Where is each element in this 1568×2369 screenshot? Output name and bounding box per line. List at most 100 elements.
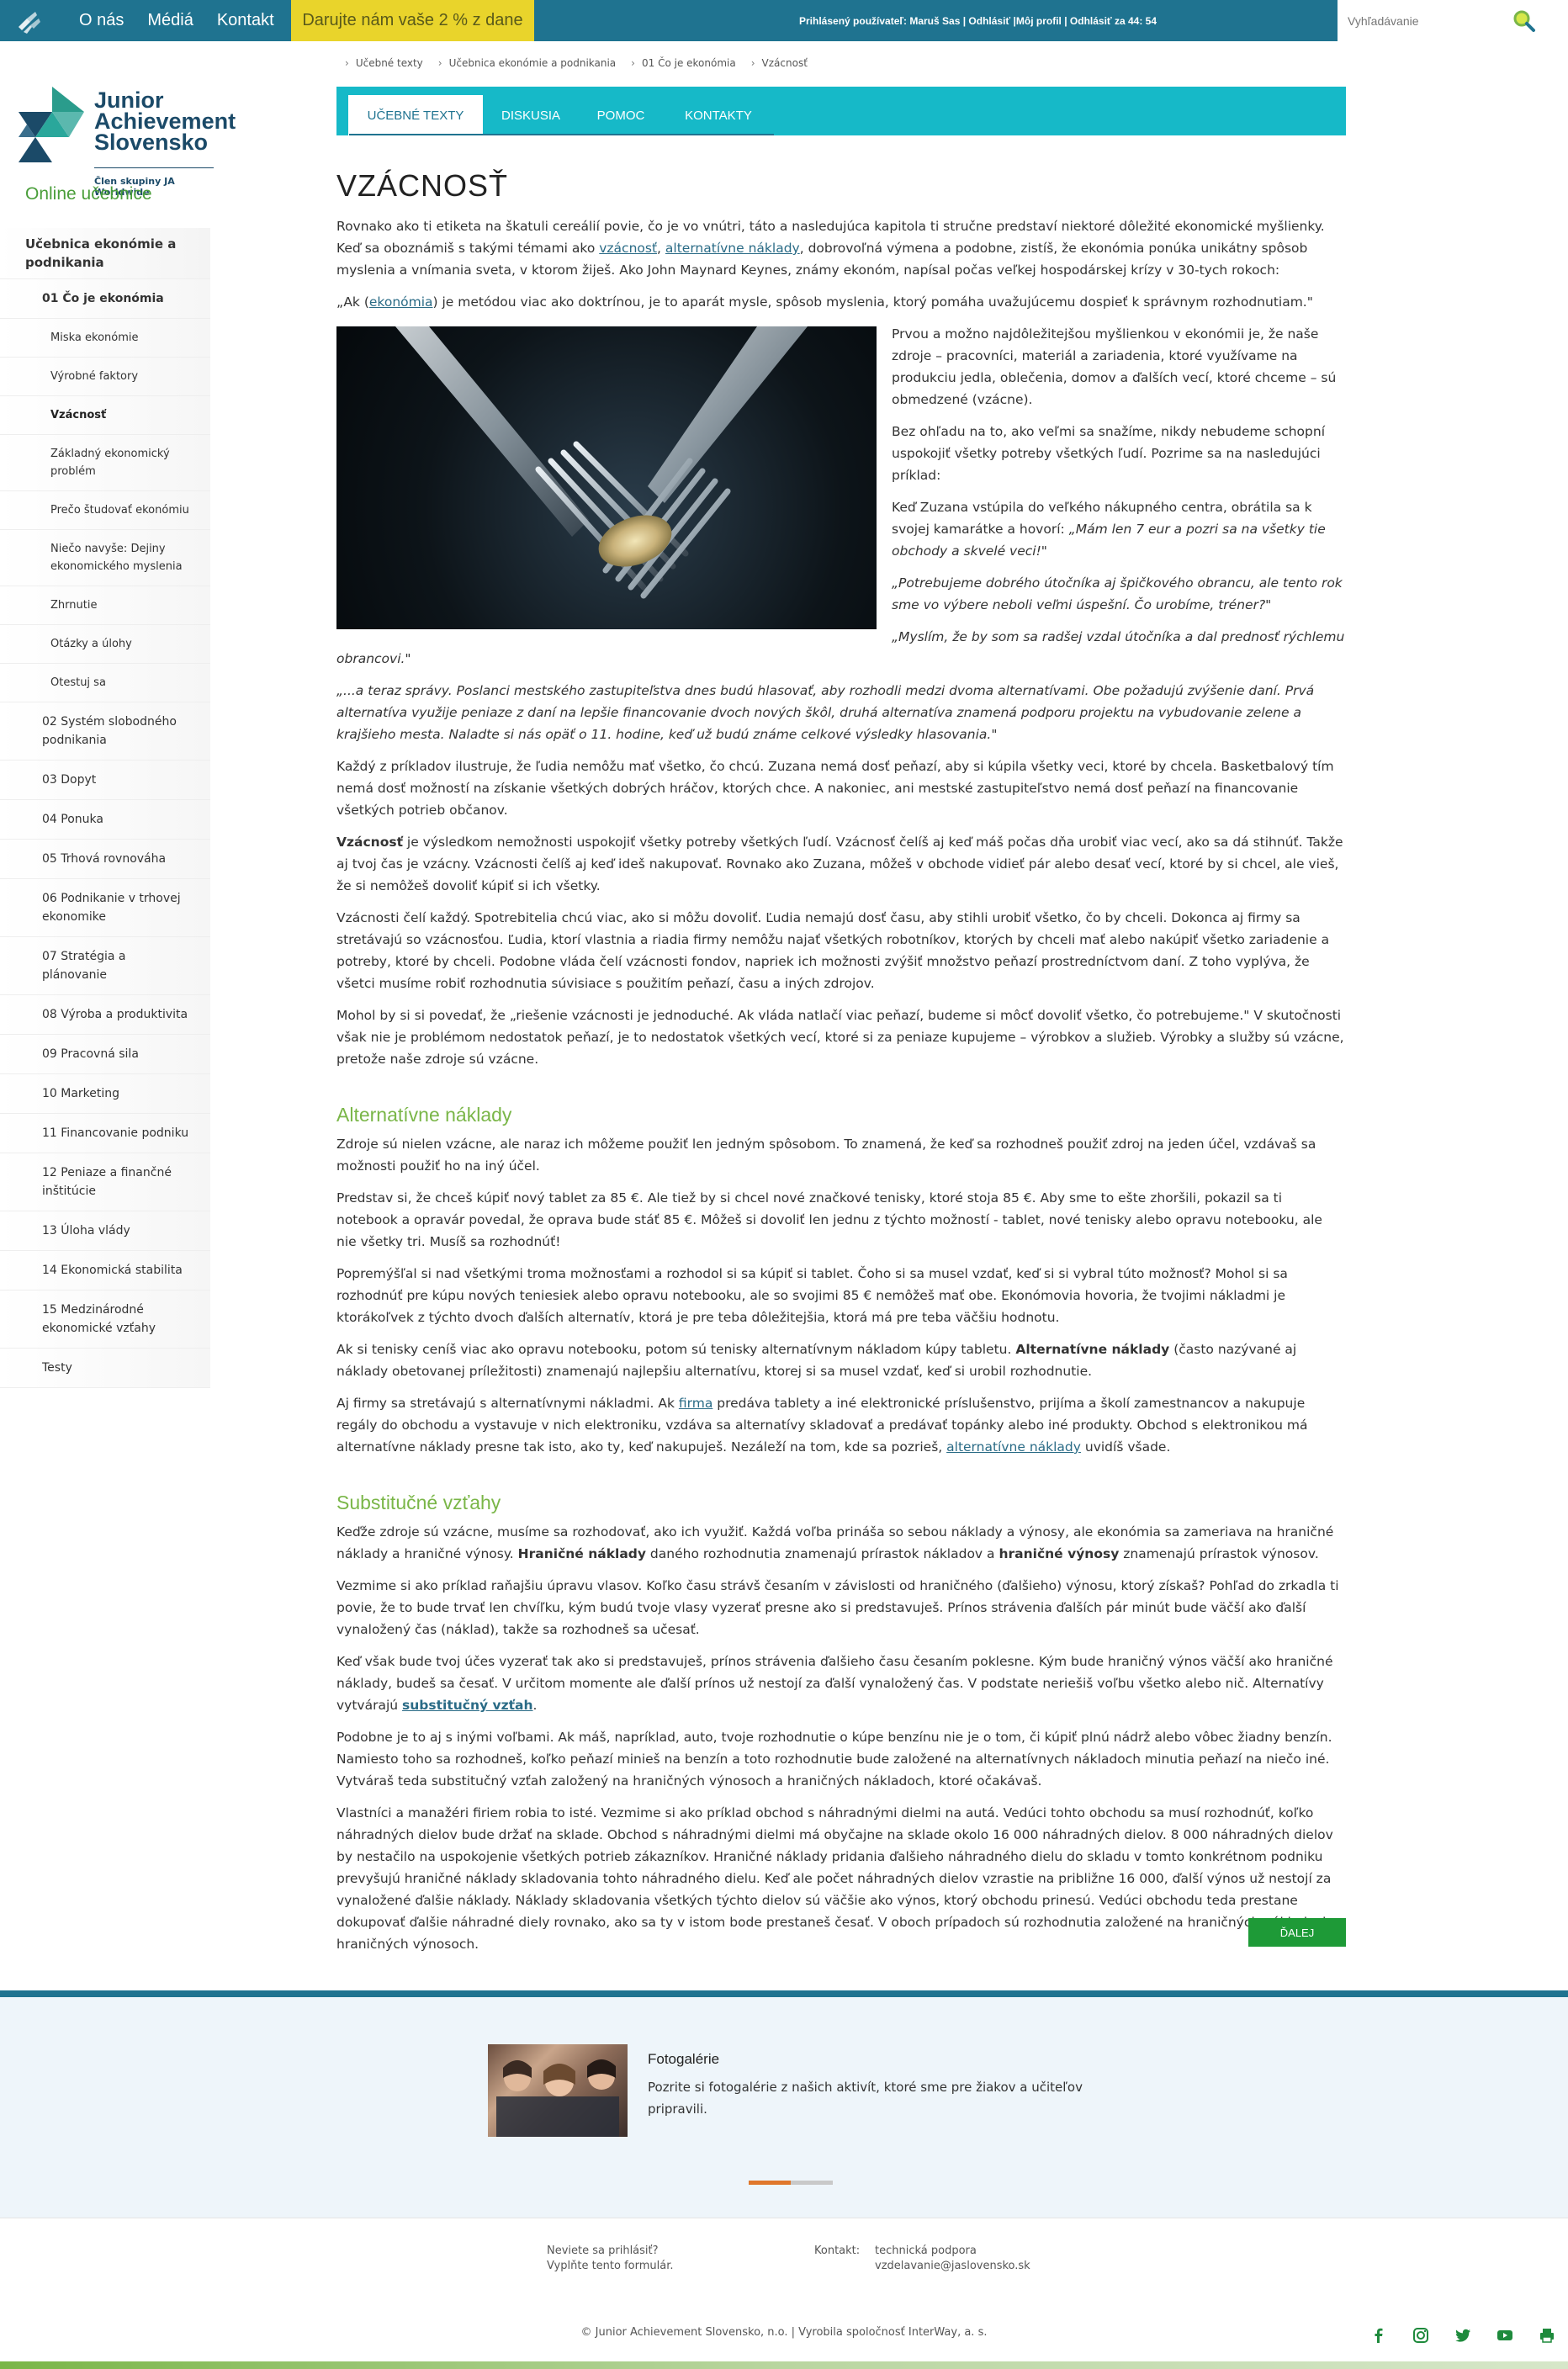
facebook-icon[interactable]: [1369, 2326, 1388, 2345]
footer-contact-email[interactable]: vzdelavanie@jaslovensko.sk: [875, 2259, 1030, 2274]
profile-link[interactable]: Môj profil: [1016, 15, 1062, 27]
logout-timer[interactable]: Odhlásiť za 44: 54: [1070, 15, 1157, 27]
sidebar-item[interactable]: 01 Čo je ekonómia: [0, 279, 210, 318]
sidebar-item-label: Otázky a úlohy: [50, 638, 132, 650]
sidebar-item[interactable]: Výrobné faktory: [0, 358, 210, 395]
sidebar-item-label: Testy: [42, 1361, 72, 1375]
sidebar-item-row: Výrobné faktory: [0, 358, 210, 396]
sidebar-item[interactable]: Zhrnutie: [0, 586, 210, 624]
gallery-thumbnail[interactable]: [488, 2044, 628, 2137]
print-icon[interactable]: [1538, 2326, 1556, 2345]
paragraph-sub-2: Vezmime si ako príklad raňajšiu úpravu v…: [336, 1578, 1339, 1637]
sidebar-item-row: Základný ekonomický problém: [0, 435, 210, 491]
sidebar-item-current[interactable]: Vzácnosť: [0, 396, 210, 434]
sidebar-item[interactable]: 15 Medzinárodné ekonomické vzťahy: [0, 1290, 210, 1348]
sidebar-item[interactable]: 08 Výroba a produktivita: [0, 995, 210, 1034]
sidebar-item-row: 15 Medzinárodné ekonomické vzťahy: [0, 1290, 210, 1349]
gallery-section: Fotogalérie Pozrite si fotogalérie z naš…: [0, 1990, 1568, 2218]
link-scarcity[interactable]: vzácnosť: [599, 241, 657, 256]
sidebar-item[interactable]: Testy: [0, 1349, 210, 1387]
sidebar-item-row: 04 Ponuka: [0, 800, 210, 840]
sidebar-item[interactable]: 09 Pracovná sila: [0, 1035, 210, 1073]
sidebar-item[interactable]: Miska ekonómie: [0, 319, 210, 357]
footer-login-help: Neviete sa prihlásiť? Vyplňte tento form…: [547, 2244, 674, 2274]
sidebar-item-label: Prečo študovať ekonómiu: [50, 504, 189, 517]
sidebar-item-row: Niečo navyše: Dejiny ekonomického myslen…: [0, 530, 210, 586]
paragraph-sub-3: Keď však bude tvoj účes vyzerať tak ako …: [336, 1654, 1333, 1713]
sidebar-item[interactable]: Základný ekonomický problém: [0, 435, 210, 490]
sidebar-item-row: 11 Financovanie podniku: [0, 1114, 210, 1153]
sidebar-item[interactable]: 07 Stratégia a plánovanie: [0, 937, 210, 994]
youtube-icon[interactable]: [1496, 2326, 1514, 2345]
gallery-pager-active[interactable]: [749, 2181, 791, 2185]
sidebar-item-label: Miska ekonómie: [50, 331, 139, 344]
sidebar-item-label: 02 Systém slobodného podnikania: [42, 715, 177, 747]
paragraph-alt-1: Zdroje sú nielen vzácne, ale naraz ich m…: [336, 1137, 1316, 1174]
user-prefix: Prihlásený používateľ:: [799, 14, 907, 27]
sidebar-item-row: 09 Pracovná sila: [0, 1035, 210, 1074]
paragraph-alt-3: Popremýšľal si nad všetkými troma možnos…: [336, 1266, 1288, 1325]
paragraph-scarcity: Vzácnosť je výsledkom nemožnosti uspokoj…: [336, 835, 1343, 893]
user-status: Prihlásený používateľ: Maruš Sas | Odhlá…: [799, 14, 1157, 27]
sidebar-item[interactable]: 14 Ekonomická stabilita: [0, 1251, 210, 1290]
gallery-pager[interactable]: [749, 2181, 833, 2185]
gallery-title[interactable]: Fotogalérie: [648, 2051, 719, 2068]
sidebar-item[interactable]: 12 Peniaze a finančné inštitúcie: [0, 1153, 210, 1211]
page-title: VZÁCNOSŤ: [336, 168, 509, 203]
tab-contacts[interactable]: KONTAKTY: [663, 95, 774, 135]
nav-contact[interactable]: Kontakt: [217, 11, 274, 30]
footer-green-bar: [0, 2361, 1568, 2369]
sidebar-item[interactable]: 10 Marketing: [0, 1074, 210, 1113]
ja-logo-icon[interactable]: [12, 7, 50, 35]
sidebar-item[interactable]: 11 Financovanie podniku: [0, 1114, 210, 1153]
sidebar-item[interactable]: 03 Dopyt: [0, 761, 210, 799]
next-button[interactable]: ĎALEJ: [1248, 1918, 1346, 1947]
breadcrumb-item[interactable]: Učebné texty: [345, 57, 423, 69]
sidebar-item[interactable]: Niečo navyše: Dejiny ekonomického myslen…: [0, 530, 210, 586]
sidebar-item-row: 10 Marketing: [0, 1074, 210, 1114]
sidebar-item[interactable]: Otázky a úlohy: [0, 625, 210, 663]
sidebar-item-label: 14 Ekonomická stabilita: [42, 1264, 183, 1277]
sidebar-item-row: 06 Podnikanie v trhovej ekonomike: [0, 879, 210, 937]
paragraph-alt-4: Ak si tenisky ceníš viac ako opravu note…: [336, 1342, 1297, 1379]
nav-about[interactable]: O nás: [79, 11, 124, 30]
twitter-icon[interactable]: [1454, 2326, 1472, 2345]
sidebar-item[interactable]: 02 Systém slobodného podnikania: [0, 702, 210, 760]
link-opportunity-cost-2[interactable]: alternatívne náklady: [946, 1439, 1081, 1455]
sidebar-item-row: Učebnica ekonómie a podnikania: [0, 228, 210, 279]
tab-textbook[interactable]: UČEBNÉ TEXTY: [348, 95, 483, 135]
sidebar-item-label: 09 Pracovná sila: [42, 1047, 139, 1061]
top-nav: O nás Médiá Kontakt: [67, 0, 286, 41]
paragraph-everyone: Vzácnosti čelí každý. Spotrebitelia chcú…: [336, 910, 1330, 991]
tab-help[interactable]: POMOC: [579, 95, 663, 135]
sidebar-item[interactable]: Otestuj sa: [0, 664, 210, 702]
keynes-quote: „Ak (ekonómia) je metódou viac ako doktr…: [336, 294, 1313, 310]
sidebar-item[interactable]: 06 Podnikanie v trhovej ekonomike: [0, 879, 210, 936]
sidebar-item[interactable]: Prečo študovať ekonómiu: [0, 491, 210, 529]
link-firm[interactable]: firma: [679, 1396, 712, 1411]
tab-bar: UČEBNÉ TEXTY DISKUSIA POMOC KONTAKTY: [336, 87, 1346, 135]
sidebar-item[interactable]: 05 Trhová rovnováha: [0, 840, 210, 878]
footer-contact-support: technická podpora: [875, 2244, 977, 2257]
tab-underline: [349, 134, 774, 135]
footer-login-form-link[interactable]: Vyplňte tento formulár.: [547, 2259, 674, 2274]
instagram-icon[interactable]: [1412, 2326, 1430, 2345]
sidebar-item[interactable]: 13 Úloha vlády: [0, 1211, 210, 1250]
nav-media[interactable]: Médiá: [147, 11, 193, 30]
sidebar-item-label: Základný ekonomický problém: [50, 448, 170, 478]
search-input[interactable]: [1348, 10, 1516, 32]
donate-banner[interactable]: Darujte nám vaše 2 % z dane: [291, 0, 534, 41]
search-icon[interactable]: [1512, 9, 1536, 33]
link-tradeoff[interactable]: substitučný vzťah: [402, 1698, 533, 1713]
breadcrumb-item[interactable]: 01 Čo je ekonómia: [631, 57, 736, 69]
sidebar-item[interactable]: 04 Ponuka: [0, 800, 210, 839]
sidebar-item[interactable]: Učebnica ekonómie a podnikania: [0, 228, 210, 278]
forks-coin-photo: [336, 326, 877, 629]
logout-link[interactable]: Odhlásiť: [968, 15, 1010, 27]
link-opportunity-cost[interactable]: alternatívne náklady: [665, 241, 800, 256]
tab-discussion[interactable]: DISKUSIA: [483, 95, 579, 135]
paragraph-examples: Každý z príkladov ilustruje, že ľudia ne…: [336, 759, 1334, 818]
link-economics[interactable]: ekonómia: [369, 294, 433, 310]
breadcrumb-item[interactable]: Učebnica ekonómie a podnikania: [438, 57, 617, 69]
sidebar-title[interactable]: Online učebnice: [25, 184, 152, 204]
